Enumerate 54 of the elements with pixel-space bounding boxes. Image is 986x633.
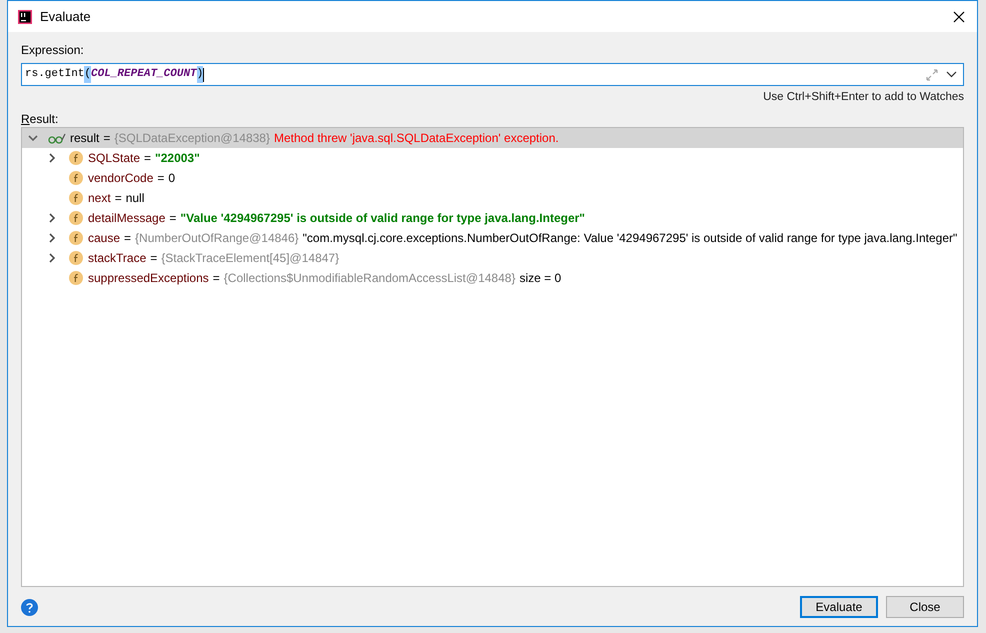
equals-sign: = [150,250,158,268]
value-text: {Collections$UnmodifiableRandomAccessList@14848} [224,270,516,288]
expression-field[interactable]: rs.getInt(COL_REPEAT_COUNT) [21,63,964,86]
value-text: {StackTraceElement[45]@14847} [161,250,340,268]
value-text: 0 [168,170,176,188]
value-text: {SQLDataException@14838} [114,130,270,148]
field-icon [69,251,83,266]
field-icon [69,231,83,246]
variable-name: result [70,130,100,148]
tree-row[interactable]: next = null [22,188,963,208]
window-title: Evaluate [40,8,91,26]
tree-row[interactable]: stackTrace = {StackTraceElement[45]@14847} [22,248,963,268]
value-text: "22003" [155,150,200,168]
dialog-button[interactable]: Evaluate [800,596,878,618]
equals-sign: = [144,150,152,168]
app-logo-icon [18,10,32,24]
value-text: "com.mysql.cj.core.exceptions.NumberOutOfRange: Value '4294967295' is outside of valid range for type java.lang.Integer" [302,230,958,248]
dropdown-chevron-icon[interactable] [946,71,957,78]
equals-sign: = [212,270,220,288]
equals-sign: = [157,170,164,188]
tree-row[interactable]: cause = {NumberOutOfRange@14846} "com.mysql.cj.core.exceptions.NumberOutOfRange: Value '4294967295' is outside of valid range for type java.lang.Integer" [22,228,963,248]
field-icon [69,171,83,186]
field-name: next [88,190,111,208]
help-icon[interactable] [21,598,38,616]
equals-sign: = [169,210,176,228]
field-name: cause [88,230,120,248]
field-icon [69,191,83,206]
field-icon [69,151,83,166]
result-label: Result: [21,111,60,126]
hint-text: Use Ctrl+Shift+Enter to add to Watches [763,90,964,105]
field-name: suppressedExceptions [88,270,209,288]
value-text: "Value '4294967295' is outside of valid range for type java.lang.Integer" [180,210,585,228]
tree-row[interactable]: suppressedExceptions = {Collections$UnmodifiableRandomAccessList@14848} size = 0 [22,268,963,288]
equals-sign: = [103,130,110,148]
field-icon [69,271,83,286]
tree-row[interactable]: vendorCode = 0 [22,168,963,188]
expression-label: Expression: [21,42,85,57]
tree-row[interactable]: result = {SQLDataException@14838} Method threw 'java.sql.SQLDataException' exception. [22,128,963,148]
tree-row[interactable]: detailMessage = "Value '4294967295' is outside of valid range for type java.lang.Integer" [22,208,963,228]
field-name: detailMessage [88,210,166,228]
field-icon [69,211,83,226]
field-name: stackTrace [88,250,146,268]
field-name: vendorCode [88,170,154,188]
value-text: null [126,190,144,208]
value-text: {NumberOutOfRange@14846} [135,230,299,248]
tree-row[interactable]: SQLState = "22003" [22,148,963,168]
field-name: SQLState [88,150,140,168]
equals-sign: = [124,230,132,248]
value-text: size = 0 [519,270,562,288]
value-text: Method threw 'java.sql.SQLDataException' exception. [274,130,559,148]
close-icon[interactable] [953,10,965,22]
equals-sign: = [114,190,122,208]
glasses-icon [48,132,66,144]
dialog-button[interactable]: Close [886,596,964,618]
